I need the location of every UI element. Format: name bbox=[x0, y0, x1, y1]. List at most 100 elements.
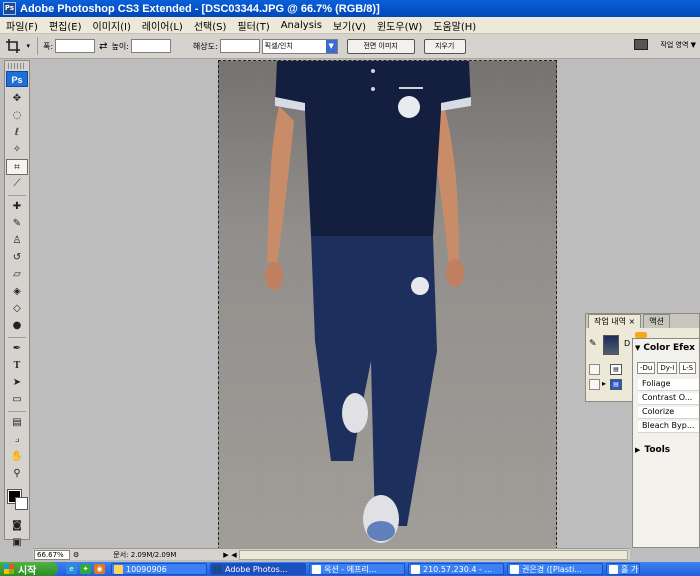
healing-brush-tool-icon[interactable]: ✚ bbox=[6, 199, 28, 215]
resolution-label: 해상도: bbox=[192, 41, 218, 51]
task-other[interactable]: 흘 가... bbox=[606, 563, 640, 575]
history-brush-tool-icon[interactable]: ↺ bbox=[6, 250, 28, 266]
tab-history[interactable]: 작업 내역 × bbox=[588, 314, 642, 328]
resolution-unit-select[interactable]: 픽셀/인치 ▼ bbox=[261, 38, 338, 54]
filter-colorize[interactable]: Colorize bbox=[638, 407, 699, 419]
workspace-label: 작업 영역 ▼ bbox=[660, 40, 696, 49]
front-image-button[interactable]: 전면 이미지 bbox=[346, 38, 415, 54]
lasso-tool-icon[interactable]: ℓ bbox=[6, 125, 28, 141]
menu-file[interactable]: 파일(F) bbox=[6, 18, 38, 33]
eraser-tool-icon[interactable]: ▱ bbox=[6, 267, 28, 283]
task-plastic[interactable]: 권은경 ([Plasti... bbox=[507, 563, 603, 575]
filter-contrast[interactable]: Contrast O... bbox=[638, 393, 699, 405]
width-input[interactable] bbox=[55, 39, 96, 53]
photo-image bbox=[219, 61, 556, 549]
quick-launch: e ✦ ◉ bbox=[66, 564, 108, 574]
task-folder[interactable]: 10090906 bbox=[111, 563, 207, 575]
task-auction[interactable]: 옥션 - 에프리... bbox=[309, 563, 405, 575]
screen-mode-icon[interactable]: ▣ bbox=[6, 535, 28, 551]
panel-grip[interactable] bbox=[8, 63, 26, 69]
scroll-left-icon[interactable]: ◀ bbox=[231, 551, 236, 559]
move-tool-icon[interactable]: ✥ bbox=[6, 91, 28, 107]
clear-button[interactable]: 지우기 bbox=[423, 38, 466, 54]
swap-dimensions-icon[interactable]: ⇄ bbox=[99, 41, 107, 52]
status-menu-arrow-icon[interactable]: ▶ bbox=[223, 551, 231, 559]
history-source-checkbox[interactable] bbox=[589, 364, 600, 375]
menu-analysis[interactable]: Analysis bbox=[281, 20, 322, 31]
menu-image[interactable]: 이미지(I) bbox=[93, 18, 131, 33]
height-label: 높이: bbox=[111, 41, 129, 51]
chevron-down-icon: ▾ bbox=[26, 42, 30, 50]
document-canvas[interactable] bbox=[218, 60, 557, 550]
magic-wand-tool-icon[interactable]: ✧ bbox=[6, 142, 28, 158]
chip-du[interactable]: -Du bbox=[637, 362, 656, 374]
notes-tool-icon[interactable]: ▤ bbox=[6, 415, 28, 431]
resolution-input[interactable] bbox=[219, 39, 260, 53]
close-icon[interactable]: × bbox=[629, 317, 636, 326]
history-source-checkbox[interactable] bbox=[589, 379, 600, 390]
shape-tool-icon[interactable]: ▭ bbox=[6, 392, 28, 408]
status-icon[interactable]: ⚙ bbox=[73, 551, 79, 559]
path-selection-tool-icon[interactable]: ➤ bbox=[6, 375, 28, 391]
workspace-icon bbox=[634, 39, 649, 50]
options-bar: ▾ 폭: ⇄ 높이: 해상도: 픽셀/인치 ▼ 전면 이미지 지우기 작업 영역… bbox=[0, 34, 700, 59]
color-efex-header[interactable]: ▼ Color Efex P bbox=[633, 339, 699, 357]
document-icon: ▤ bbox=[610, 364, 622, 375]
task-remote[interactable]: 210.57.230.4 - ... bbox=[408, 563, 504, 575]
history-panel-tabs: 작업 내역 × 액션 bbox=[586, 314, 699, 328]
zoom-tool-icon[interactable]: ⚲ bbox=[6, 466, 28, 482]
menu-help[interactable]: 도움말(H) bbox=[433, 18, 476, 33]
horizontal-scrollbar[interactable] bbox=[238, 549, 628, 560]
menu-filter[interactable]: 필터(T) bbox=[237, 18, 269, 33]
slice-tool-icon[interactable]: ⟋ bbox=[6, 176, 28, 192]
document-icon: ▤ bbox=[610, 379, 622, 390]
chip-dyi[interactable]: Dy-I bbox=[657, 362, 678, 374]
workspace-menu[interactable]: 작업 영역 ▼ bbox=[634, 39, 696, 50]
menu-layer[interactable]: 레이어(L) bbox=[142, 18, 183, 33]
tools-section-header[interactable]: ▶ Tools bbox=[635, 445, 699, 455]
height-input[interactable] bbox=[130, 39, 171, 53]
blur-tool-icon[interactable]: ◇ bbox=[6, 301, 28, 317]
crop-tool-icon[interactable]: ⌗ bbox=[6, 159, 28, 175]
history-snapshot[interactable]: ✎ bbox=[587, 333, 621, 357]
filter-bleach-bypass[interactable]: Bleach Byp... bbox=[638, 421, 699, 433]
pen-tool-icon[interactable]: ✒ bbox=[6, 341, 28, 357]
chip-ls[interactable]: L-S bbox=[679, 362, 697, 374]
marquee-tool-icon[interactable]: ◌ bbox=[6, 108, 28, 124]
menu-view[interactable]: 보기(V) bbox=[333, 18, 366, 33]
zoom-level-field[interactable]: 66.67% bbox=[34, 549, 70, 560]
eyedropper-tool-icon[interactable]: ⟓ bbox=[6, 432, 28, 448]
menu-edit[interactable]: 편집(E) bbox=[49, 18, 82, 33]
task-photoshop[interactable]: Adobe Photos... bbox=[210, 563, 306, 575]
clone-stamp-tool-icon[interactable]: ♙ bbox=[6, 233, 28, 249]
dodge-tool-icon[interactable]: ● bbox=[6, 318, 28, 334]
photoshop-app-icon: Ps bbox=[3, 2, 16, 15]
tools-label: Tools bbox=[644, 445, 671, 455]
media-icon[interactable]: ◉ bbox=[94, 564, 105, 574]
tools-panel: Ps ✥ ◌ ℓ ✧ ⌗ ⟋ ✚ ✎ ♙ ↺ ▱ ◈ ◇ ● ✒ T ➤ ▭ ▤… bbox=[4, 60, 30, 548]
history-brush-source-icon[interactable]: ✎ bbox=[589, 339, 597, 349]
collapsed-triangle-icon: ▶ bbox=[635, 446, 641, 454]
brush-tool-icon[interactable]: ✎ bbox=[6, 216, 28, 232]
menu-window[interactable]: 윈도우(W) bbox=[377, 18, 422, 33]
task-remote-label: 210.57.230.4 - ... bbox=[423, 564, 493, 574]
window-title: Adobe Photoshop CS3 Extended - [DSC03344… bbox=[20, 2, 380, 15]
background-color-swatch[interactable] bbox=[15, 497, 28, 510]
task-auction-label: 옥션 - 에프리... bbox=[324, 564, 377, 574]
filter-foliage[interactable]: Foliage bbox=[638, 379, 699, 391]
quick-mask-icon[interactable]: ◙ bbox=[6, 518, 28, 534]
ie-icon[interactable]: e bbox=[66, 564, 77, 574]
browser-icon bbox=[312, 564, 321, 574]
photoshop-logo: Ps bbox=[6, 71, 28, 87]
messenger-icon[interactable]: ✦ bbox=[80, 564, 91, 574]
tool-preset-picker[interactable]: ▾ bbox=[4, 36, 32, 56]
type-tool-icon[interactable]: T bbox=[6, 358, 28, 374]
menu-select[interactable]: 선택(S) bbox=[194, 18, 227, 33]
status-bar: 66.67% ⚙ 문서: 2.09M/2.09M ▶ ◀ bbox=[33, 548, 630, 560]
hand-tool-icon[interactable]: ✋ bbox=[6, 449, 28, 465]
tab-actions[interactable]: 액션 bbox=[643, 314, 670, 328]
photoshop-task-icon bbox=[213, 564, 222, 574]
paint-bucket-tool-icon[interactable]: ◈ bbox=[6, 284, 28, 300]
folder-icon bbox=[114, 564, 123, 574]
start-button[interactable]: 시작 bbox=[0, 562, 58, 576]
